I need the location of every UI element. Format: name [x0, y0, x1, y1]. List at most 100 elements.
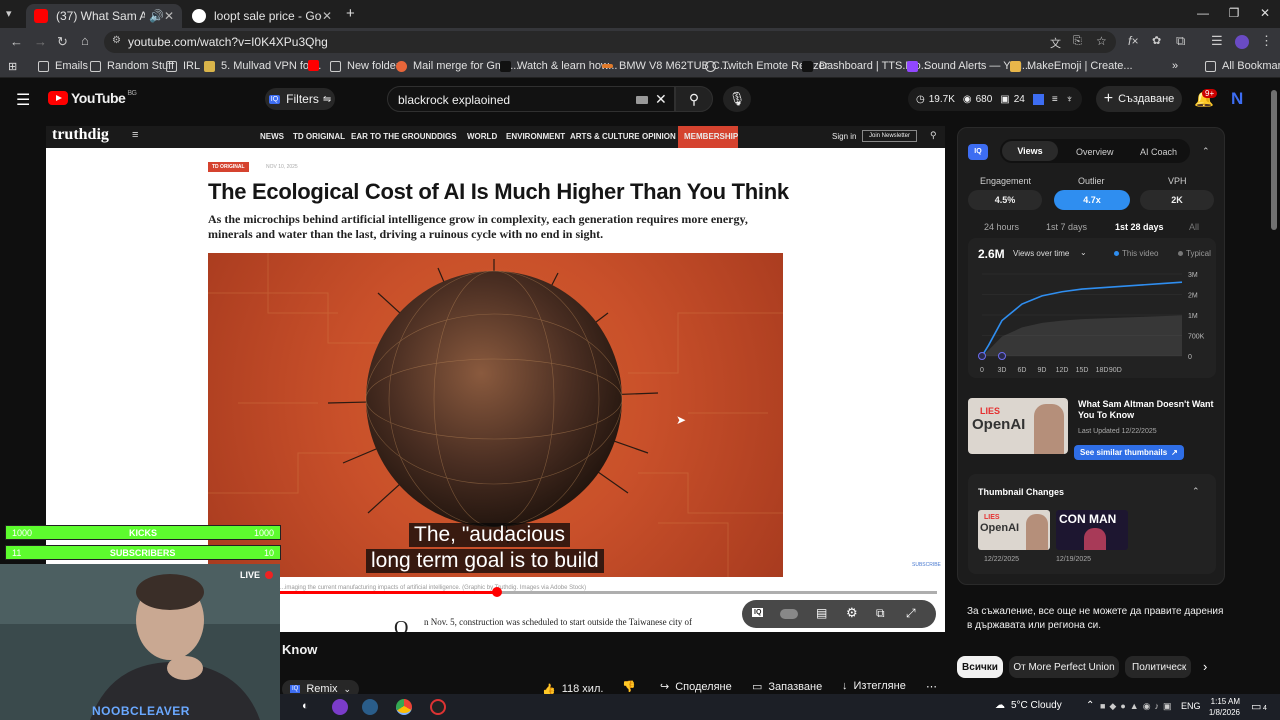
extension-icon[interactable]: ✿: [1152, 34, 1161, 47]
tab-search-icon[interactable]: ▾: [6, 7, 12, 20]
similar-thumbnail[interactable]: OpenAI LIES: [968, 398, 1068, 454]
home-icon[interactable]: ⌂: [81, 33, 89, 48]
live-indicator: LIVE: [240, 570, 261, 580]
range-7d[interactable]: 1st 7 days: [1046, 222, 1087, 232]
forward-icon[interactable]: →: [34, 34, 47, 49]
thumbnail-change-marker[interactable]: [978, 352, 986, 360]
more-bookmarks-icon[interactable]: »: [1172, 60, 1178, 72]
makeemoji-icon: [1010, 60, 1021, 72]
bookmark-mullvad[interactable]: 5. Mullvad VPN for...: [204, 60, 321, 72]
thumb-change-2[interactable]: CON MAN: [1056, 510, 1128, 550]
tab-youtube[interactable]: (37) What Sam Altman Doe 🔊 ✕: [26, 4, 182, 28]
close-window-icon[interactable]: ✕: [1250, 6, 1280, 20]
taskbar-discord-icon[interactable]: [332, 699, 348, 715]
taskbar-obs-icon[interactable]: [430, 699, 446, 715]
speaker-icon[interactable]: 🔊: [149, 9, 164, 23]
profile-avatar[interactable]: [1235, 35, 1249, 49]
clear-search-icon[interactable]: ✕: [655, 91, 667, 108]
autoplay-toggle[interactable]: [780, 609, 798, 619]
nav-link: EAR TO THE GROUND: [351, 132, 438, 141]
tab-list-icon[interactable]: ☰: [1211, 33, 1223, 49]
scrubber-handle[interactable]: [491, 587, 502, 597]
tab-ai-coach[interactable]: AI Coach: [1140, 147, 1177, 157]
extension-fx-icon[interactable]: f×: [1128, 34, 1138, 48]
all-bookmarks[interactable]: All Bookmarks: [1205, 60, 1280, 72]
search-box[interactable]: blackrock explaoined ✕: [387, 86, 675, 112]
minimize-icon[interactable]: —: [1188, 6, 1218, 20]
range-28d[interactable]: 1st 28 days: [1115, 222, 1164, 232]
apps-icon[interactable]: ⊞: [8, 60, 17, 73]
weather-widget[interactable]: ☁ 5°C Cloudy: [995, 700, 1062, 711]
page-scrollbar[interactable]: [1271, 90, 1277, 230]
chevron-right-icon[interactable]: ›: [1203, 659, 1207, 674]
close-tab-icon[interactable]: ✕: [164, 9, 174, 23]
collapse-chevron-icon[interactable]: ⌃: [1202, 146, 1210, 157]
thumbnail-change-marker[interactable]: [998, 352, 1006, 360]
miniplayer-icon[interactable]: ⧉: [876, 606, 885, 621]
tray-expand-icon[interactable]: ⌃: [1086, 700, 1094, 711]
fullscreen-icon[interactable]: ⤢: [906, 606, 916, 621]
tray-icons[interactable]: ■◆●▲◉♪▣: [1100, 701, 1176, 712]
views-mode-dropdown[interactable]: Views over time: [1013, 249, 1069, 258]
address-bar[interactable]: ⚙ youtube.com/watch?v=I0K4XPu3Qhg 文 ⎘ ☆: [104, 31, 1116, 53]
bookmark-youtube[interactable]: [308, 60, 325, 71]
save-button[interactable]: ▭ Запазване: [752, 680, 822, 694]
new-tab-button[interactable]: +: [346, 5, 355, 22]
translate-icon[interactable]: 文: [1050, 35, 1061, 51]
legend-typical: Typical: [1186, 249, 1211, 258]
metric-label: Engagement: [980, 176, 1032, 186]
dislike-button[interactable]: 👎: [622, 680, 636, 693]
taskbar-app-icon[interactable]: ◐: [302, 700, 309, 712]
back-icon[interactable]: ←: [10, 34, 23, 49]
language-indicator[interactable]: ENG: [1181, 701, 1201, 711]
search-input[interactable]: blackrock explaoined: [398, 93, 510, 107]
taskbar-chrome-icon[interactable]: [396, 699, 412, 715]
download-button[interactable]: ↓ Изтегляне: [842, 680, 906, 692]
tab-google[interactable]: loopt sale price - Google Searc ✕: [184, 4, 340, 28]
close-tab-icon[interactable]: ✕: [322, 9, 332, 23]
progress-bar[interactable]: [280, 587, 937, 597]
keyboard-icon[interactable]: [636, 96, 648, 104]
range-24h[interactable]: 24 hours: [984, 222, 1019, 232]
thumb-change-1[interactable]: OpenAI LIES: [978, 510, 1050, 550]
hamburger-menu-icon[interactable]: ☰: [16, 90, 30, 110]
vidiq-stats-bar[interactable]: ◷ 19.7K ◉ 680 ▣ 24 ≡ ♆: [908, 87, 1082, 111]
tab-overview[interactable]: Overview: [1076, 147, 1114, 157]
collapse-chevron-icon[interactable]: ⌃: [1192, 486, 1200, 497]
filters-button[interactable]: IQ Filters ⇋: [265, 88, 335, 110]
range-all[interactable]: All: [1189, 222, 1199, 232]
chip-political[interactable]: Политическ: [1125, 656, 1191, 678]
taskbar-steam-icon[interactable]: [362, 699, 378, 715]
settings-gear-icon[interactable]: ⚙: [846, 605, 858, 621]
download-icon: ↓: [842, 680, 848, 692]
bookmark-emails[interactable]: Emails: [38, 60, 88, 72]
account-avatar[interactable]: N: [1231, 89, 1243, 109]
vidiq-player-icon[interactable]: IQ: [752, 608, 764, 617]
bookmark-random-stuff[interactable]: Random Stuff: [90, 60, 174, 72]
create-button[interactable]: + Създаване: [1096, 86, 1182, 112]
see-similar-button[interactable]: See similar thumbnails ↗: [1074, 445, 1184, 460]
chip-all[interactable]: Всички: [957, 656, 1003, 678]
bookmark-makeemoji[interactable]: MakeEmoji | Create...: [1010, 60, 1133, 72]
notification-center-icon[interactable]: ▭: [1251, 700, 1261, 713]
more-actions-icon[interactable]: ⋯: [926, 680, 937, 693]
search-button[interactable]: ⚲: [675, 86, 713, 112]
site-info-icon[interactable]: ⚙: [112, 35, 121, 46]
maximize-icon[interactable]: ❐: [1219, 6, 1249, 20]
microphone-icon: 🎙: [728, 91, 746, 106]
tab-views[interactable]: Views: [1002, 141, 1058, 161]
share-button[interactable]: ↪ Споделяне: [660, 680, 732, 694]
clock[interactable]: 1:15 AM 1/8/2026: [1206, 696, 1240, 718]
voice-search-button[interactable]: 🎙: [723, 86, 751, 112]
bookmark-watch-learn[interactable]: Watch & learn how...: [500, 60, 617, 72]
chrome-menu-icon[interactable]: ⋮: [1260, 33, 1273, 49]
subtitles-icon[interactable]: ▤: [816, 606, 827, 620]
extensions-puzzle-icon[interactable]: ⧉: [1176, 33, 1185, 49]
reload-icon[interactable]: ↻: [57, 34, 68, 50]
chip-from-channel[interactable]: От More Perfect Union: [1009, 656, 1119, 678]
bookmark-irl[interactable]: IRL: [166, 60, 200, 72]
bookmark-new-folder[interactable]: New folder: [330, 60, 400, 72]
bookmark-star-icon[interactable]: ☆: [1096, 34, 1107, 48]
install-icon[interactable]: ⎘: [1073, 35, 1082, 48]
youtube-logo[interactable]: YouTube BG: [48, 90, 137, 106]
